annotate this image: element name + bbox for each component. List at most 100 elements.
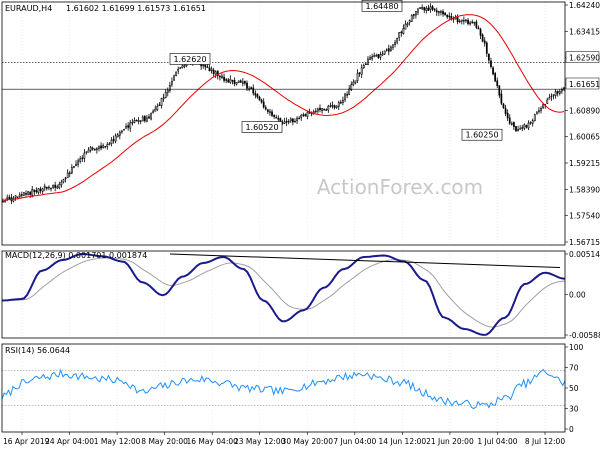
candle-body — [241, 81, 244, 84]
candle-body — [152, 110, 155, 114]
candle-body — [356, 72, 359, 82]
candle-body — [256, 94, 259, 98]
candle-body — [64, 177, 67, 180]
candle-body — [175, 71, 177, 77]
annotation-label: 1.60520 — [245, 123, 278, 132]
candle-body — [400, 31, 403, 34]
candle-body — [377, 54, 380, 59]
candle-body — [492, 67, 494, 75]
annotation-label: 1.60250 — [465, 131, 498, 140]
candle-body — [239, 80, 242, 83]
candle-body — [329, 105, 332, 107]
candle-body — [143, 115, 146, 122]
x-tick-label: 16 May 04:00 — [186, 437, 238, 446]
candle-body — [62, 179, 65, 183]
candle-body — [221, 75, 223, 78]
candle-body — [300, 114, 303, 118]
candle-body — [506, 112, 509, 119]
price-header-symbol: EURAUD,H4 — [5, 4, 52, 13]
candle-body — [504, 108, 507, 114]
candle-body — [73, 166, 75, 168]
candle-body — [548, 97, 551, 100]
candle-body — [54, 184, 57, 188]
candle-body — [502, 103, 505, 109]
price-tick-label: 1.57540 — [569, 212, 600, 221]
rsi-tick-label: 70 — [569, 364, 579, 373]
candle-body — [160, 98, 163, 106]
candle-body — [446, 14, 449, 18]
candle-body — [440, 11, 442, 13]
candle-body — [323, 108, 326, 111]
candle-body — [402, 28, 405, 34]
candle-body — [50, 187, 52, 190]
candle-body — [135, 119, 138, 122]
candle-body — [98, 146, 100, 149]
candle-body — [225, 79, 228, 81]
candle-body — [473, 21, 476, 24]
candle-body — [404, 23, 407, 30]
candle-body — [93, 148, 96, 151]
price-tick-label: 1.64240 — [569, 1, 600, 10]
candle-body — [294, 121, 296, 123]
candle-body — [210, 68, 213, 72]
candle-body — [550, 95, 553, 98]
candle-body — [177, 68, 180, 72]
candle-body — [91, 147, 94, 150]
candle-body — [258, 96, 261, 101]
price-tick-label: 1.61651 — [569, 80, 600, 89]
candle-body — [485, 42, 488, 54]
candle-body — [66, 172, 69, 179]
candle-body — [266, 109, 269, 112]
candle-body — [287, 120, 290, 123]
candle-body — [310, 112, 313, 115]
candle-body — [321, 108, 323, 112]
candle-body — [181, 65, 184, 68]
candle-body — [131, 122, 134, 124]
candle-body — [127, 125, 130, 128]
candle-body — [429, 6, 432, 10]
candle-body — [70, 167, 73, 174]
x-tick-label: 7 Jun 04:00 — [333, 437, 376, 446]
candle-body — [104, 146, 107, 148]
candle-body — [123, 129, 125, 131]
price-header-ohlc: 1.61602 1.61699 1.61573 1.61651 — [66, 4, 206, 13]
candle-body — [45, 186, 48, 189]
candle-body — [114, 135, 117, 142]
candle-body — [292, 118, 294, 123]
candle-body — [227, 79, 230, 83]
candle-body — [85, 151, 88, 153]
candle-body — [204, 65, 207, 68]
annotation-label: 1.62620 — [173, 55, 206, 64]
candle-body — [540, 108, 542, 111]
candle-body — [490, 60, 492, 67]
candle-body — [146, 117, 148, 122]
candle-body — [354, 80, 357, 84]
candle-body — [129, 122, 132, 129]
candle-body — [37, 188, 40, 193]
candle-body — [419, 7, 421, 9]
candle-body — [156, 106, 159, 111]
candle-body — [29, 191, 32, 195]
candle-body — [488, 53, 490, 61]
candle-body — [417, 8, 419, 13]
candle-body — [231, 79, 234, 82]
candle-body — [344, 93, 346, 101]
candle-body — [410, 15, 413, 22]
candle-body — [362, 65, 365, 69]
x-tick-label: 30 May 20:00 — [282, 437, 334, 446]
macd-tick-label: 0.005149 — [569, 250, 600, 259]
candle-body — [237, 80, 240, 83]
candle-body — [369, 57, 371, 60]
price-tick-label: 1.63415 — [569, 27, 600, 36]
candle-body — [560, 89, 563, 92]
candle-body — [139, 120, 142, 122]
candle-body — [433, 8, 436, 11]
candle-body — [96, 148, 98, 151]
candle-body — [529, 122, 532, 124]
candle-body — [406, 23, 409, 26]
candle-body — [18, 194, 21, 197]
candle-body — [563, 87, 565, 90]
candle-body — [202, 64, 205, 67]
candle-body — [462, 20, 465, 22]
candle-body — [469, 22, 471, 25]
